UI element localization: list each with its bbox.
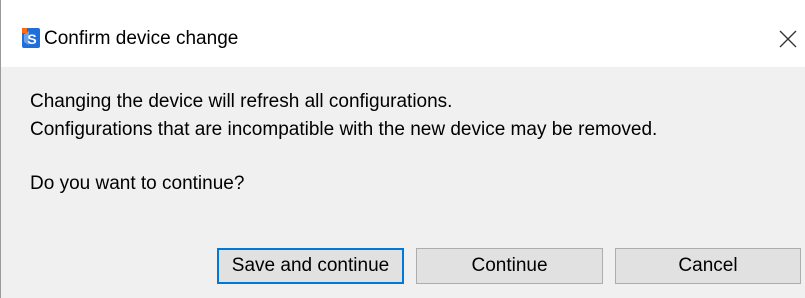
title-bar[interactable]: S Confirm device change (1, 0, 805, 67)
cancel-button[interactable]: Cancel (615, 248, 801, 284)
message-line-2: Configurations that are incompatible wit… (30, 119, 658, 140)
confirm-device-change-dialog: S Confirm device change Changing the dev… (0, 0, 805, 298)
continue-button[interactable]: Continue (416, 248, 603, 284)
confirmation-question: Do you want to continue? (30, 173, 245, 194)
app-logo-icon: S (22, 28, 40, 48)
message-line-1: Changing the device will refresh all con… (30, 91, 453, 112)
close-icon[interactable] (771, 22, 805, 56)
svg-text:S: S (27, 31, 36, 47)
save-and-continue-button[interactable]: Save and continue (217, 248, 404, 284)
dialog-title: Confirm device change (44, 28, 239, 49)
